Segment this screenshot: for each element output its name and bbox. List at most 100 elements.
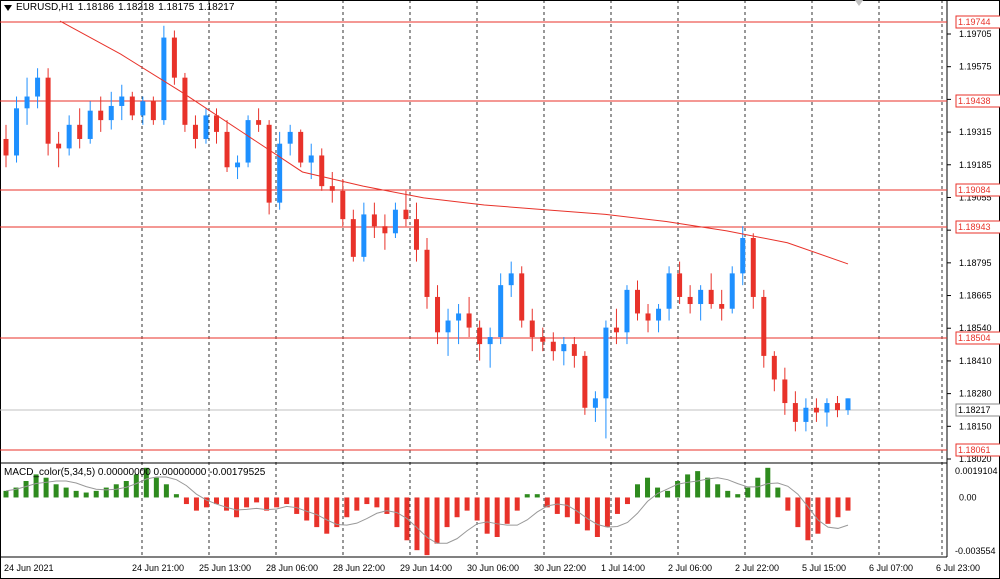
macd-bar bbox=[815, 497, 821, 534]
candle-body bbox=[277, 143, 283, 203]
one-click-trading-marker-icon[interactable] bbox=[852, 0, 866, 6]
macd-bar bbox=[63, 487, 69, 498]
trading-chart-window[interactable]: 1.197051.195751.194401.193151.191851.190… bbox=[0, 0, 1000, 579]
macd-bar bbox=[183, 497, 189, 505]
candle-body bbox=[203, 115, 209, 139]
candle-body bbox=[698, 289, 704, 305]
candle-body bbox=[140, 101, 146, 116]
candle-body bbox=[645, 313, 651, 321]
candle-body bbox=[119, 96, 125, 106]
macd-bar bbox=[224, 497, 230, 511]
level-price-label: 1.19084 bbox=[958, 185, 991, 195]
candle-body bbox=[561, 344, 567, 352]
macd-bar bbox=[775, 487, 781, 498]
candle-body bbox=[129, 96, 135, 116]
time-axis-label: 2 Jul 06:00 bbox=[668, 563, 712, 573]
price-axis-label: 1.19315 bbox=[959, 127, 992, 137]
chart-canvas[interactable]: 1.197051.195751.194401.193151.191851.190… bbox=[0, 0, 1000, 579]
macd-bar bbox=[163, 484, 169, 498]
current-price-label: 1.18217 bbox=[958, 405, 991, 415]
macd-bar bbox=[23, 480, 29, 498]
candle-body bbox=[771, 355, 777, 380]
candle-body bbox=[571, 344, 577, 356]
macd-bar bbox=[624, 497, 630, 505]
macd-label: MACD_color(5,34,5) 0.00000000 0.00000000… bbox=[4, 467, 266, 478]
candle-body bbox=[635, 289, 640, 314]
candle-body bbox=[782, 379, 788, 404]
macd-bar bbox=[685, 474, 691, 498]
ohlc-close: 1.18217 bbox=[198, 2, 235, 13]
macd-bar bbox=[745, 487, 751, 498]
candle-body bbox=[287, 131, 293, 144]
candle-body bbox=[845, 398, 851, 411]
macd-bar bbox=[594, 497, 600, 537]
candle-body bbox=[3, 138, 9, 156]
macd-bar bbox=[123, 480, 129, 498]
candle-body bbox=[371, 214, 377, 227]
macd-bar bbox=[374, 497, 380, 508]
dropdown-arrow-icon[interactable] bbox=[4, 4, 12, 11]
candle-body bbox=[803, 407, 809, 422]
candle-body bbox=[45, 77, 51, 144]
time-axis-label: 6 Jul 07:00 bbox=[869, 563, 913, 573]
time-axis-label: 25 Jun 13:00 bbox=[199, 563, 251, 573]
moving-average-line bbox=[59, 20, 849, 265]
candle-body bbox=[308, 155, 314, 163]
macd-bar bbox=[604, 497, 610, 528]
level-price-label: 1.18504 bbox=[958, 333, 991, 343]
candle-body bbox=[77, 124, 83, 139]
candle-body bbox=[550, 341, 556, 352]
macd-bar bbox=[494, 497, 500, 537]
candle-body bbox=[108, 105, 114, 121]
macd-bar bbox=[524, 494, 530, 498]
price-axis-label: 1.19185 bbox=[959, 160, 992, 170]
macd-bar bbox=[244, 497, 250, 508]
macd-bar bbox=[234, 497, 240, 518]
symbol-label: EURUSD,H1 bbox=[16, 2, 74, 13]
price-axis-label: 1.18665 bbox=[959, 291, 992, 301]
macd-max-label: 0.0019104 bbox=[955, 466, 998, 476]
macd-bar bbox=[554, 497, 560, 514]
macd-bar bbox=[474, 497, 480, 521]
price-axis-label: 1.18410 bbox=[959, 356, 992, 366]
macd-bar bbox=[845, 497, 851, 511]
candle-body bbox=[529, 320, 535, 338]
macd-bar bbox=[695, 471, 701, 498]
macd-bar bbox=[665, 490, 671, 498]
time-axis-label: 5 Jul 15:00 bbox=[802, 563, 846, 573]
macd-bar bbox=[103, 487, 109, 498]
candle-body bbox=[834, 403, 840, 411]
candle-body bbox=[624, 289, 630, 333]
macd-bar bbox=[755, 477, 761, 498]
macd-bar bbox=[364, 497, 370, 505]
candle-body bbox=[161, 37, 167, 121]
macd-bar bbox=[785, 497, 791, 511]
candle-body bbox=[266, 124, 272, 203]
candle-body bbox=[192, 124, 198, 139]
macd-bar bbox=[344, 497, 350, 518]
macd-bar bbox=[113, 484, 119, 498]
level-price-label: 1.19744 bbox=[958, 17, 991, 27]
macd-bar bbox=[334, 497, 340, 528]
macd-zero-label: 0.00 bbox=[959, 492, 977, 502]
candle-body bbox=[182, 77, 188, 125]
candle-body bbox=[98, 110, 104, 121]
candle-body bbox=[603, 327, 609, 399]
candle-body bbox=[150, 101, 156, 121]
candle-body bbox=[56, 143, 62, 149]
macd-min-label: -0.003554 bbox=[955, 546, 996, 556]
ohlc-open: 1.18186 bbox=[77, 2, 114, 13]
macd-bar bbox=[193, 497, 199, 511]
macd-bar bbox=[645, 477, 651, 498]
candle-body bbox=[729, 273, 735, 309]
macd-bar bbox=[354, 497, 360, 511]
chart-header: EURUSD,H1 1.18186 1.18218 1.18175 1.1821… bbox=[4, 2, 234, 13]
macd-bar bbox=[715, 484, 721, 498]
candle-body bbox=[456, 313, 462, 321]
candle-body bbox=[319, 155, 325, 187]
macd-bar bbox=[254, 497, 260, 503]
macd-bar bbox=[825, 497, 831, 524]
macd-bar bbox=[534, 494, 540, 498]
candle-body bbox=[477, 327, 483, 345]
candle-body bbox=[466, 313, 472, 328]
